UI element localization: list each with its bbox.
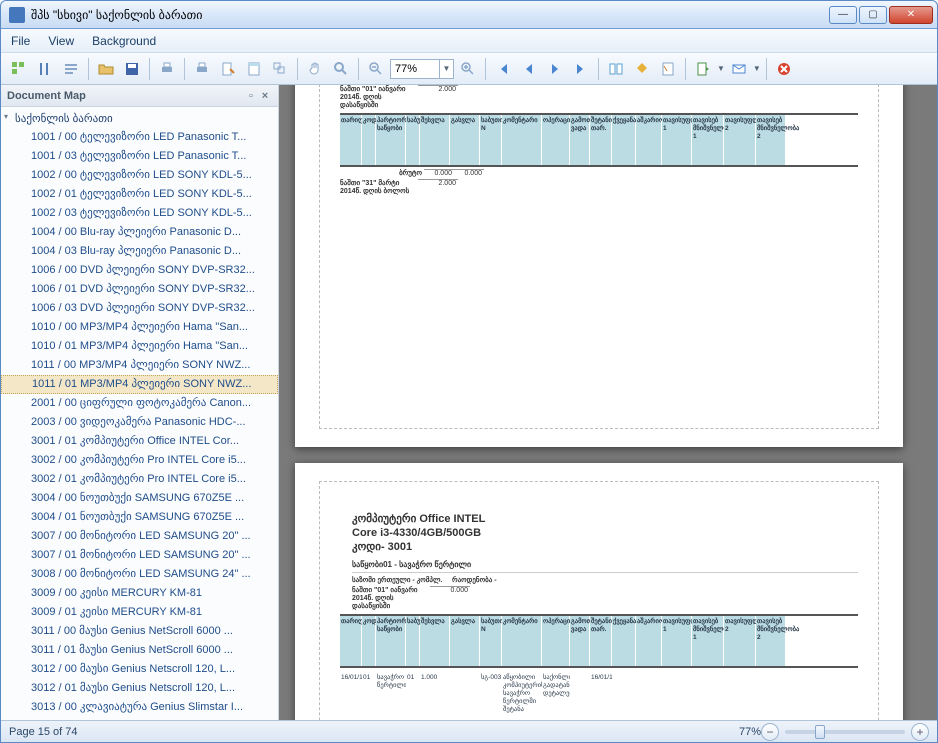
exit-icon[interactable] [772,57,796,81]
zoom-out-icon[interactable] [364,57,388,81]
tree-item[interactable]: 1004 / 03 Blu-ray პლეიერი Panasonic D... [1,242,278,261]
zoom-in-button[interactable]: + [911,723,929,741]
tree-item[interactable]: 1006 / 01 DVD პლეიერი SONY DVP-SR32... [1,280,278,299]
preview-area[interactable]: ნაშთი "01" იანვარი 2014წ. დღის დასაწყისშ… [279,85,937,720]
prev-page-icon[interactable] [517,57,541,81]
tree-item[interactable]: 3013 / 00 კლავიატურა Genius Slimstar I..… [1,698,278,717]
tree-item[interactable]: 3002 / 01 კომპიუტერი Pro INTEL Core i5..… [1,470,278,489]
tree-item[interactable]: 3001 / 01 კომპიუტერი Office INTEL Cor... [1,432,278,451]
document-map-header: Document Map ▫ × [1,85,278,107]
tree-item[interactable]: 2001 / 00 ციფრული ფოტოკამერა Canon... [1,394,278,413]
tree-item[interactable]: 3011 / 01 მაუსი Genius NetScroll 6000 ..… [1,641,278,660]
zoom-slider[interactable] [785,730,905,734]
save-icon[interactable] [120,57,144,81]
docmap-icon[interactable] [59,57,83,81]
tree-item[interactable]: 1004 / 00 Blu-ray პლეიერი Panasonic D... [1,223,278,242]
minimize-button[interactable]: — [829,6,857,24]
export-icon[interactable] [691,57,715,81]
tree-item[interactable]: 3011 / 00 მაუსი Genius NetScroll 6000 ..… [1,622,278,641]
maximize-button[interactable]: ▢ [859,6,887,24]
open-icon[interactable] [94,57,118,81]
close-button[interactable]: ✕ [889,6,933,24]
menu-view[interactable]: View [48,34,74,48]
find-icon[interactable] [33,57,57,81]
tree-item[interactable]: 3009 / 00 კეისი MERCURY KM-81 [1,584,278,603]
print-preview-icon[interactable] [190,57,214,81]
product-code: კოდი- 3001 [352,540,858,554]
tree-item[interactable]: 3007 / 01 მონიტორი LED SAMSUNG 20" ... [1,546,278,565]
tree-item[interactable]: 1011 / 01 MP3/MP4 პლეიერი SONY NWZ... [1,375,278,394]
page-setup-icon[interactable] [216,57,240,81]
tree-item[interactable]: 1006 / 00 DVD პლეიერი SONY DVP-SR32... [1,261,278,280]
multipage-icon[interactable] [604,57,628,81]
document-map-panel: Document Map ▫ × საქონლის ბარათი 1001 / … [1,85,279,720]
last-page-icon[interactable] [569,57,593,81]
tree-item[interactable]: 1011 / 00 MP3/MP4 პლეიერი SONY NWZ... [1,356,278,375]
page-14: ნაშთი "01" იანვარი 2014წ. დღის დასაწყისშ… [295,85,903,447]
zoom-in-icon[interactable] [456,57,480,81]
slider-thumb[interactable] [815,725,825,739]
tree-item[interactable]: 3002 / 00 კომპიუტერი Pro INTEL Core i5..… [1,451,278,470]
magnifier-icon[interactable] [329,57,353,81]
menu-background[interactable]: Background [92,34,156,48]
tree-item[interactable]: 3004 / 01 ნოუთბუქი SAMSUNG 670Z5E ... [1,508,278,527]
page-15: კომპიუტერი Office INTEL Core i3-4330/4GB… [295,463,903,720]
tree-item[interactable]: 3007 / 00 მონიტორი LED SAMSUNG 20" ... [1,527,278,546]
tree-item[interactable]: 1001 / 00 ტელევიზორი LED Panasonic T... [1,128,278,147]
tree-item[interactable]: 1001 / 03 ტელევიზორი LED Panasonic T... [1,147,278,166]
document-tree[interactable]: საქონლის ბარათი 1001 / 00 ტელევიზორი LED… [1,107,278,720]
product-title-1: კომპიუტერი Office INTEL [352,512,858,526]
first-page-icon[interactable] [491,57,515,81]
tree-item[interactable]: 3008 / 00 მონიტორი LED SAMSUNG 24" ... [1,565,278,584]
menu-file[interactable]: File [11,34,30,48]
zoom-combo[interactable]: 77% ▼ [390,59,454,79]
next-page-icon[interactable] [543,57,567,81]
tree-item[interactable]: 1002 / 01 ტელევიზორი LED SONY KDL-5... [1,185,278,204]
thumbnails-icon[interactable] [7,57,31,81]
tree-item[interactable]: 2003 / 00 ვიდეოკამერა Panasonic HDC-... [1,413,278,432]
zoom-out-button[interactable]: − [761,723,779,741]
tree-root[interactable]: საქონლის ბარათი [1,109,278,128]
tree-item[interactable]: 1002 / 00 ტელევიზორი LED SONY KDL-5... [1,166,278,185]
hand-tool-icon[interactable] [303,57,327,81]
window-title: შპს "სხივი" საქონლის ბარათი [31,8,829,22]
page-indicator: Page 15 of 74 [9,726,739,738]
print-icon[interactable] [155,57,179,81]
email-icon[interactable] [727,57,751,81]
tree-item[interactable]: 3004 / 00 ნოუთბუქი SAMSUNG 670Z5E ... [1,489,278,508]
tree-item[interactable]: 3012 / 00 მაუსი Genius Netscroll 120, L.… [1,660,278,679]
zoom-label: 77% [739,726,761,738]
warehouse-line: საწყობი01 - სავაჭრო წერტილი [352,560,858,573]
tree-item[interactable]: 1006 / 03 DVD პლეიერი SONY DVP-SR32... [1,299,278,318]
titlebar: შპს "სხივი" საქონლის ბარათი — ▢ ✕ [1,1,937,29]
tree-item[interactable]: 1010 / 01 MP3/MP4 პლეიერი Hama "San... [1,337,278,356]
document-map-title: Document Map [7,90,244,102]
color-icon[interactable] [630,57,654,81]
tree-item[interactable]: 1010 / 00 MP3/MP4 პლეიერი Hama "San... [1,318,278,337]
toolbar: 77%▼ ▼ ▼ [1,53,937,85]
scale-icon[interactable] [268,57,292,81]
tree-item[interactable]: 3009 / 01 კეისი MERCURY KM-81 [1,603,278,622]
chevron-down-icon[interactable]: ▼ [439,60,453,78]
header-footer-icon[interactable] [242,57,266,81]
tree-item[interactable]: 1002 / 03 ტელევიზორი LED SONY KDL-5... [1,204,278,223]
menubar: File View Background [1,29,937,53]
app-icon [9,7,25,23]
close-panel-icon[interactable]: × [258,90,272,102]
zoom-value: 77% [395,63,417,75]
product-title-2: Core i3-4330/4GB/500GB [352,526,858,540]
statusbar: Page 15 of 74 77% − + [1,720,937,742]
watermark-icon[interactable] [656,57,680,81]
pin-icon[interactable]: ▫ [244,90,258,102]
tree-item[interactable]: 3012 / 01 მაუსი Genius Netscroll 120, L.… [1,679,278,698]
